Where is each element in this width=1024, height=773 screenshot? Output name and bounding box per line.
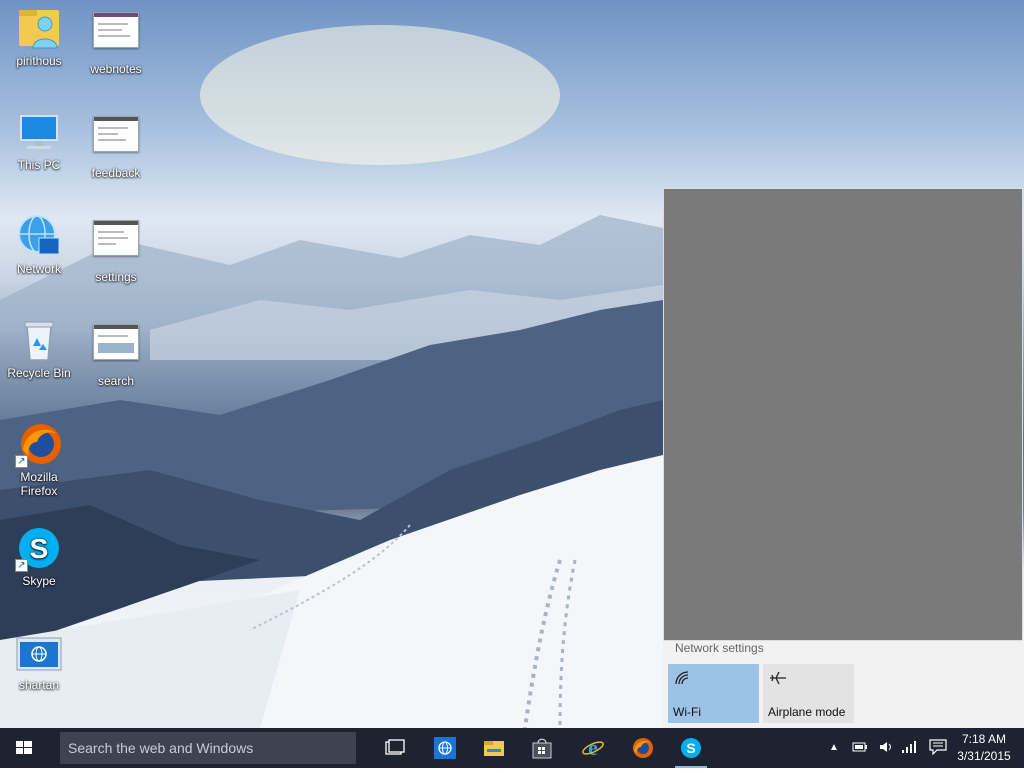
desktop-icon-mozilla-firefox[interactable]: ↗ Mozilla Firefox	[1, 420, 77, 498]
svg-text:e: e	[588, 737, 598, 759]
desktop-icon-label: shartan	[18, 678, 60, 692]
document-thumbnail-icon	[92, 220, 140, 268]
store-icon	[532, 738, 552, 759]
wifi-toggle-tile[interactable]: Wi-Fi	[668, 664, 759, 723]
volume-speaker-icon[interactable]	[878, 740, 894, 757]
desktop-icon-this-pc[interactable]: This PC	[1, 108, 77, 172]
network-settings-link[interactable]: Network settings	[675, 641, 764, 655]
desktop-icon-shartan[interactable]: shartan	[1, 628, 77, 692]
svg-text:S: S	[30, 533, 49, 564]
desktop-icon-feedback[interactable]: feedback	[78, 108, 154, 180]
taskbar-clock[interactable]: 7:18 AM 3/31/2015	[950, 731, 1018, 765]
desktop-icon-skype[interactable]: S ↗ Skype	[1, 524, 77, 588]
desktop-icon-label: Skype	[22, 574, 56, 588]
user-folder-icon	[15, 4, 63, 52]
skype-icon: S	[681, 738, 701, 758]
start-button[interactable]	[0, 728, 48, 768]
windows-logo-icon	[16, 741, 32, 754]
firefox-icon: ↗	[15, 420, 63, 468]
desktop-icon-label: pirithous	[16, 54, 62, 68]
desktop-icon-label: settings	[95, 270, 137, 284]
firefox-icon	[633, 738, 653, 758]
airplane-mode-toggle-tile[interactable]: Airplane mode	[763, 664, 854, 723]
desktop-icon-label: Firefox	[20, 484, 58, 498]
desktop-icon-network[interactable]: Network	[1, 212, 77, 276]
document-thumbnail-icon	[92, 12, 140, 60]
taskbar: Search the web and Windows e S ▲ 7:18 AM…	[0, 728, 1024, 768]
task-view-icon	[385, 739, 405, 755]
document-thumbnail-icon	[92, 324, 140, 372]
desktop-icon-label: webnotes	[90, 62, 142, 76]
wifi-tile-label: Wi-Fi	[673, 705, 701, 719]
network-signal-icon[interactable]	[901, 740, 917, 757]
desktop-icon-label: This PC	[17, 158, 61, 172]
desktop: pirithous webnotes This PC feedback Netw…	[0, 0, 1024, 728]
action-center-notifications-icon[interactable]	[929, 739, 947, 758]
airplane-icon	[770, 671, 786, 685]
document-thumbnail-icon	[92, 116, 140, 164]
desktop-icon-search[interactable]: search	[78, 316, 154, 388]
desktop-icon-settings[interactable]: settings	[78, 212, 154, 284]
network-globe-icon	[15, 212, 63, 260]
image-placeholder	[663, 188, 1023, 641]
desktop-icon-webnotes[interactable]: webnotes	[78, 4, 154, 76]
network-flyout: Network settings Wi-Fi Airplane mode	[663, 641, 1024, 728]
ie-app-icon	[434, 737, 456, 759]
power-battery-icon[interactable]	[852, 740, 868, 757]
clock-date: 3/31/2015	[957, 749, 1011, 763]
taskbar-app-skype[interactable]: S	[671, 728, 711, 768]
taskbar-app-file-explorer[interactable]	[474, 728, 514, 768]
desktop-icon-label: search	[97, 374, 135, 388]
taskbar-app-ie-globe[interactable]	[425, 728, 465, 768]
taskbar-app-internet-explorer[interactable]: e	[573, 728, 613, 768]
desktop-icon-label: Network	[16, 262, 61, 276]
shortcut-arrow-icon: ↗	[15, 559, 28, 572]
recycle-bin-icon	[15, 316, 63, 364]
globe-window-icon	[15, 628, 63, 676]
taskbar-search-box[interactable]: Search the web and Windows	[60, 732, 356, 764]
desktop-icon-label: Recycle Bin	[7, 366, 71, 380]
airplane-tile-label: Airplane mode	[768, 705, 846, 719]
task-view-button[interactable]	[374, 728, 414, 768]
wifi-icon	[675, 671, 689, 685]
show-hidden-icons-chevron-icon[interactable]: ▲	[829, 742, 839, 753]
shortcut-arrow-icon: ↗	[15, 455, 28, 468]
desktop-icon-recycle-bin[interactable]: Recycle Bin	[1, 316, 77, 380]
taskbar-app-store[interactable]	[522, 728, 562, 768]
desktop-icon-label: feedback	[91, 166, 141, 180]
internet-explorer-icon: e	[582, 737, 604, 759]
clock-time: 7:18 AM	[961, 732, 1007, 746]
desktop-icon-label: Mozilla	[20, 470, 58, 484]
svg-text:S: S	[686, 740, 695, 756]
file-explorer-icon	[484, 741, 504, 756]
computer-monitor-icon	[15, 108, 63, 156]
taskbar-app-firefox[interactable]	[622, 728, 662, 768]
desktop-icon-pirithous[interactable]: pirithous	[1, 4, 77, 68]
skype-icon: S ↗	[15, 524, 63, 572]
